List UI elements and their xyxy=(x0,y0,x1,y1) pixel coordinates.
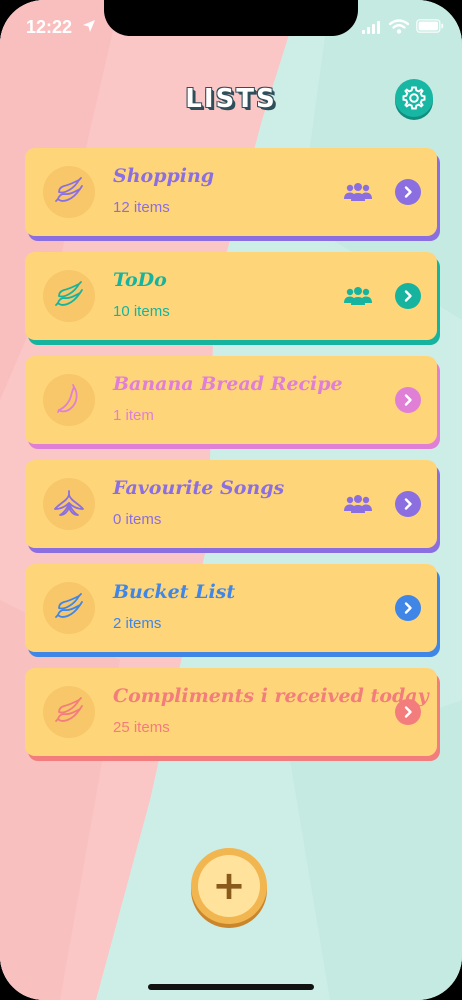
list-avatar xyxy=(43,374,95,426)
banana-bunch-icon xyxy=(55,281,83,306)
list-item-count: 10 items xyxy=(113,303,170,320)
list-name: Favourite Songs xyxy=(113,477,285,499)
chevron-right-icon[interactable] xyxy=(395,491,421,517)
home-indicator xyxy=(148,984,314,990)
banana-bunch-icon xyxy=(55,177,83,202)
list-item-count: 0 items xyxy=(113,511,162,528)
notch xyxy=(104,0,358,36)
list-item-count: 25 items xyxy=(113,719,170,736)
list-avatar xyxy=(43,686,95,738)
chevron-right-icon[interactable] xyxy=(395,283,421,309)
chevron-right-icon[interactable] xyxy=(395,595,421,621)
add-list-button[interactable]: + xyxy=(191,848,267,924)
page-title: LISTS xyxy=(185,84,277,114)
banana-bunch-icon xyxy=(55,593,83,618)
list-item-count: 2 items xyxy=(113,615,162,632)
shared-people-icon xyxy=(343,182,373,202)
settings-button[interactable] xyxy=(395,79,433,117)
battery-icon xyxy=(416,19,444,33)
list-name: Shopping xyxy=(113,165,215,187)
list-card[interactable]: Banana Bread Recipe 1 item xyxy=(25,356,437,444)
list-avatar xyxy=(43,582,95,634)
list-item-count: 12 items xyxy=(113,199,170,216)
list-avatar xyxy=(43,270,95,322)
list-name: Bucket List xyxy=(113,581,236,603)
phone-screen: 12:22 LISTS Shopping 12 items ToDo 10 it… xyxy=(0,0,462,1000)
location-arrow-icon xyxy=(83,20,95,32)
single-banana-icon xyxy=(57,384,78,413)
shared-people-icon xyxy=(343,286,373,306)
status-bar: 12:22 xyxy=(0,0,462,56)
list-card[interactable]: ToDo 10 items xyxy=(25,252,437,340)
list-name: Banana Bread Recipe xyxy=(113,373,343,395)
plus-icon: + xyxy=(198,855,260,917)
list-card[interactable]: Bucket List 2 items xyxy=(25,564,437,652)
list-card[interactable]: Favourite Songs 0 items xyxy=(25,460,437,548)
list-avatar xyxy=(43,166,95,218)
banana-peel-icon xyxy=(54,490,84,516)
list-name: ToDo xyxy=(113,269,167,291)
list-card[interactable]: Compliments i received today 25 items xyxy=(25,668,437,756)
shared-people-icon xyxy=(343,494,373,514)
chevron-right-icon[interactable] xyxy=(395,179,421,205)
list-name: Compliments i received today xyxy=(113,685,429,707)
banana-bunch-icon xyxy=(55,697,83,722)
gear-icon xyxy=(402,86,426,110)
chevron-right-icon[interactable] xyxy=(395,387,421,413)
signal-icon xyxy=(362,21,380,34)
list-card[interactable]: Shopping 12 items xyxy=(25,148,437,236)
list-item-count: 1 item xyxy=(113,407,154,424)
status-time: 12:22 xyxy=(26,17,73,37)
list-avatar xyxy=(43,478,95,530)
wifi-icon xyxy=(389,19,409,34)
chevron-right-icon[interactable] xyxy=(395,699,421,725)
